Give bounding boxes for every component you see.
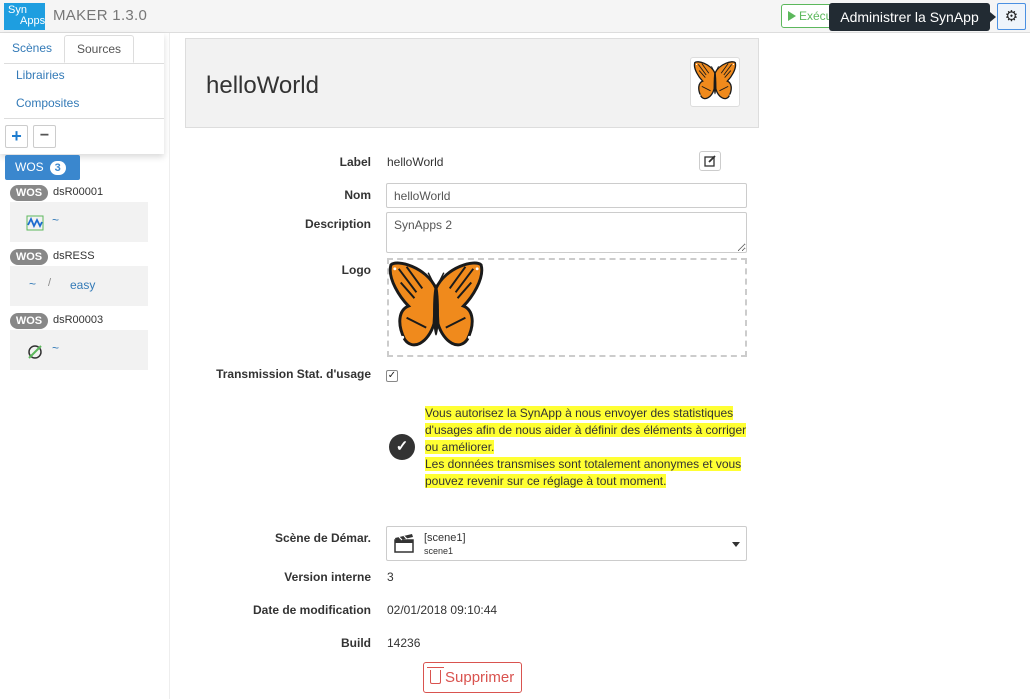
start-scene-subtitle: scene1 (424, 546, 454, 556)
gear-icon: ⚙ (1004, 8, 1019, 25)
start-scene-caption: Scène de Démar. (274, 531, 371, 545)
remove-button[interactable]: − (33, 125, 56, 148)
wos-source-name[interactable]: dsR00001 (53, 186, 103, 198)
no-signal-icon (28, 345, 42, 359)
app-logo-line2: Apps (20, 15, 46, 27)
version-value: 3 (387, 570, 394, 584)
wos-group-label: WOS (15, 160, 44, 174)
label-value: helloWorld (387, 155, 444, 169)
wos-source-extra: easy (70, 278, 96, 292)
wos-source-separator: / (48, 277, 52, 289)
wos-source-card[interactable]: ~ (10, 202, 148, 242)
logo-caption: Logo (341, 263, 371, 277)
wos-tag: WOS (10, 313, 48, 329)
stats-caption: Transmission Stat. d'usage (216, 367, 371, 381)
source-nav-panel: Scènes Sources Librairies Composites + − (0, 33, 164, 154)
wos-source-tilde: ~ (29, 277, 37, 291)
clapperboard-icon (394, 534, 414, 553)
delete-button[interactable]: Supprimer (423, 662, 522, 693)
settings-button[interactable]: ⚙ (997, 3, 1026, 30)
start-scene-title: [scene1] (424, 532, 466, 544)
nav-link-composites[interactable]: Composites (16, 96, 79, 110)
synapp-logo-thumbnail (690, 57, 740, 107)
description-textarea[interactable]: SynApps 2 (386, 212, 747, 253)
top-bar: Syn Apps MAKER 1.3.0 Exécu Administrer l… (0, 0, 1030, 33)
signal-icon (26, 215, 44, 231)
label-caption: Label (339, 155, 371, 169)
synapp-header-panel: helloWorld (185, 38, 759, 128)
nom-input[interactable] (386, 183, 747, 208)
run-button[interactable]: Exécu (781, 4, 833, 28)
nom-caption: Nom (344, 188, 371, 202)
butterfly-logo-image (387, 259, 485, 357)
app-logo: Syn Apps (4, 3, 45, 30)
modified-value: 02/01/2018 09:10:44 (387, 603, 498, 617)
tab-sources[interactable]: Sources (64, 35, 135, 63)
play-icon (788, 11, 796, 21)
page-title: helloWorld (206, 72, 319, 99)
run-button-label: Exécu (799, 9, 833, 23)
tab-divider (4, 63, 164, 64)
wos-source-card[interactable]: ~ (10, 330, 148, 370)
left-column-divider (169, 33, 170, 699)
check-circle-icon: ✓ (389, 434, 415, 460)
wos-source-tilde: ~ (52, 213, 60, 227)
version-caption: Version interne (284, 570, 371, 584)
nav-divider (4, 118, 164, 119)
wos-source-name[interactable]: dsRESS (53, 250, 95, 262)
chevron-down-icon (732, 542, 740, 547)
modified-caption: Date de modification (252, 603, 371, 617)
nav-link-librairies[interactable]: Librairies (16, 68, 65, 82)
wos-source-card[interactable]: ~ / easy (10, 266, 148, 306)
stats-notice: Vous autorisez la SynApp à nous envoyer … (425, 405, 755, 490)
delete-button-label: Supprimer (445, 669, 515, 686)
wos-count-badge: 3 (49, 161, 66, 175)
wos-tag: WOS (10, 185, 48, 201)
logo-dropzone[interactable] (387, 258, 747, 357)
settings-tooltip: Administrer la SynApp (829, 3, 996, 31)
edit-label-button[interactable] (699, 151, 721, 171)
wos-source-name[interactable]: dsR00003 (53, 314, 103, 326)
edit-icon (704, 155, 716, 167)
stats-notice-line1: Vous autorisez la SynApp à nous envoyer … (425, 406, 747, 454)
stats-notice-line2: Les données transmises sont totalement a… (425, 457, 742, 488)
start-scene-select[interactable]: [scene1] scene1 (386, 526, 747, 561)
app-name: MAKER 1.3.0 (53, 7, 148, 24)
stats-checkbox[interactable]: ✓ (386, 370, 398, 382)
add-button[interactable]: + (5, 125, 28, 148)
build-value: 14236 (387, 636, 421, 650)
trash-icon (427, 667, 444, 684)
butterfly-icon (693, 60, 737, 104)
tab-scenes[interactable]: Scènes (0, 35, 64, 63)
wos-group-button[interactable]: WOS 3 (5, 155, 80, 180)
wos-tag: WOS (10, 249, 48, 265)
wos-source-tilde: ~ (52, 341, 60, 355)
description-caption: Description (304, 217, 371, 231)
build-caption: Build (341, 636, 371, 650)
